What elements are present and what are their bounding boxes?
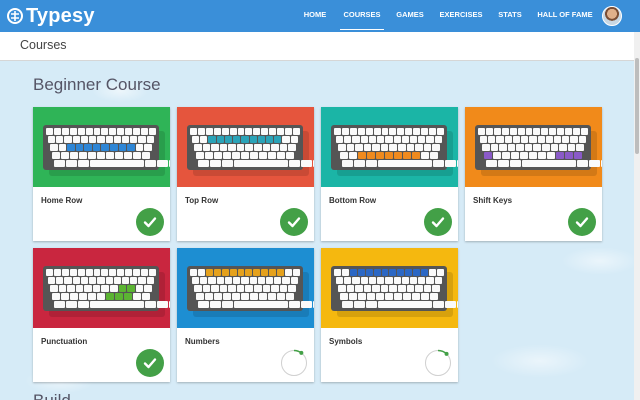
keyboard-illustration	[331, 125, 458, 170]
card-banner	[177, 107, 314, 187]
card-title: Punctuation	[41, 337, 88, 346]
nav-stats[interactable]: STATS	[496, 0, 524, 32]
card-banner	[33, 107, 170, 187]
scrollbar-thumb[interactable]	[635, 58, 639, 154]
top-navigation-bar: Typesy HOME COURSES GAMES EXERCISES STAT…	[0, 0, 640, 32]
card-banner	[321, 107, 458, 187]
keyboard-illustration	[43, 125, 170, 170]
nav-games[interactable]: GAMES	[394, 0, 426, 32]
course-card-symbols[interactable]: Symbols	[321, 248, 458, 382]
course-card-bottom-row[interactable]: Bottom Row	[321, 107, 458, 241]
card-banner	[465, 107, 602, 187]
checkmark-icon	[280, 208, 308, 236]
course-card-numbers[interactable]: Numbers	[177, 248, 314, 382]
page-title: Courses	[20, 38, 67, 52]
nav-courses[interactable]: COURSES	[340, 0, 384, 32]
course-card-top-row[interactable]: Top Row	[177, 107, 314, 241]
card-banner	[321, 248, 458, 328]
logo-text: Typesy	[26, 4, 95, 27]
courses-content: Beginner Course Home Row Top Row Bottom Ro…	[0, 61, 634, 400]
card-title: Top Row	[185, 196, 219, 205]
user-avatar[interactable]	[602, 6, 622, 26]
card-banner	[33, 248, 170, 328]
keyboard-illustration	[187, 266, 314, 311]
checkmark-icon	[424, 208, 452, 236]
course-card-punctuation[interactable]: Punctuation	[33, 248, 170, 382]
card-title: Home Row	[41, 196, 83, 205]
checkmark-icon	[136, 208, 164, 236]
page-scrollbar[interactable]	[634, 32, 640, 400]
keyboard-illustration	[475, 125, 602, 170]
progress-ring-icon	[280, 349, 308, 377]
keyboard-illustration	[43, 266, 170, 311]
checkmark-icon	[136, 349, 164, 377]
typesy-logo-icon	[7, 8, 23, 24]
card-title: Symbols	[329, 337, 363, 346]
nav-hall-of-fame[interactable]: HALL OF FAME	[536, 0, 594, 32]
course-card-home-row[interactable]: Home Row	[33, 107, 170, 241]
card-title: Numbers	[185, 337, 220, 346]
nav-home[interactable]: HOME	[300, 0, 330, 32]
card-banner	[177, 248, 314, 328]
typesy-logo[interactable]: Typesy	[6, 4, 95, 28]
section-title-beginner: Beginner Course	[33, 75, 161, 94]
checkmark-icon	[568, 208, 596, 236]
keyboard-illustration	[331, 266, 458, 311]
keyboard-illustration	[187, 125, 314, 170]
nav-exercises[interactable]: EXERCISES	[438, 0, 484, 32]
section-title-next: Build...	[33, 391, 85, 400]
page-header: Courses	[0, 32, 634, 61]
card-title: Shift Keys	[473, 196, 513, 205]
progress-ring-icon	[424, 349, 452, 377]
course-card-shift-keys[interactable]: Shift Keys	[465, 107, 602, 241]
card-title: Bottom Row	[329, 196, 377, 205]
